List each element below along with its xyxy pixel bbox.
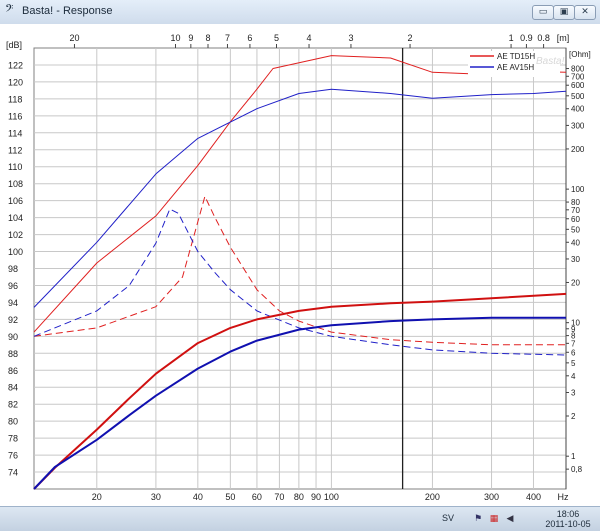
top-tick-label: 20 bbox=[69, 33, 79, 43]
right-tick-label: 10 bbox=[571, 319, 580, 328]
x-tick-label: 90 bbox=[311, 492, 321, 502]
window-title: Basta! - Response bbox=[22, 5, 113, 17]
right-tick-label: 100 bbox=[571, 185, 585, 194]
right-tick-label: 30 bbox=[571, 255, 580, 264]
top-tick-label: 10 bbox=[170, 33, 180, 43]
y-tick-label: 84 bbox=[8, 383, 18, 393]
y-tick-label: 116 bbox=[8, 111, 22, 121]
volume-icon[interactable]: ◀ bbox=[505, 514, 515, 524]
language-indicator[interactable]: SV bbox=[442, 513, 454, 523]
right-tick-label: 0,8 bbox=[571, 465, 583, 474]
x-tick-label: 100 bbox=[324, 492, 339, 502]
top-tick-label: 0.9 bbox=[520, 33, 533, 43]
right-axis-unit-label: [Ohm] bbox=[569, 50, 591, 59]
top-tick-label: 0.8 bbox=[537, 33, 550, 43]
y-tick-label: 92 bbox=[8, 315, 18, 325]
x-tick-label: 200 bbox=[425, 492, 440, 502]
x-tick-label: 40 bbox=[193, 492, 203, 502]
y-tick-label: 86 bbox=[8, 366, 18, 376]
top-tick-label: 2 bbox=[408, 33, 413, 43]
y-tick-label: 114 bbox=[8, 128, 22, 138]
y-axis-unit-label: [dB] bbox=[6, 40, 22, 50]
top-tick-label: 6 bbox=[247, 33, 252, 43]
right-tick-label: 500 bbox=[571, 92, 585, 101]
x-tick-label: 400 bbox=[526, 492, 541, 502]
clock-time: 18:06 bbox=[556, 509, 580, 519]
right-tick-label: 3 bbox=[571, 388, 576, 397]
right-tick-label: 2 bbox=[571, 412, 576, 421]
x-tick-label: 20 bbox=[92, 492, 102, 502]
x-tick-label: 70 bbox=[274, 492, 284, 502]
y-tick-label: 106 bbox=[8, 196, 23, 206]
close-button[interactable]: ✕ bbox=[574, 5, 596, 20]
y-tick-label: 76 bbox=[8, 451, 18, 461]
legend-label: AE TD15H bbox=[497, 52, 535, 61]
legend-watermark: Basta! bbox=[536, 56, 565, 67]
top-tick-label: 3 bbox=[348, 33, 353, 43]
chart-area: 74 76 78 80 82 84 86 88 90 92 94 96 98 100 102 104 106 10… bbox=[0, 24, 600, 506]
right-tick-label: 200 bbox=[571, 145, 585, 154]
top-axis-unit-label: [m] bbox=[557, 33, 570, 43]
right-tick-label: 600 bbox=[571, 81, 585, 90]
y-tick-label: 90 bbox=[8, 332, 18, 342]
right-tick-label: 40 bbox=[571, 238, 580, 247]
y-tick-label: 88 bbox=[8, 349, 18, 359]
right-tick-label: 5 bbox=[571, 359, 576, 368]
right-tick-label: 6 bbox=[571, 348, 576, 357]
y-tick-label: 110 bbox=[8, 162, 22, 172]
response-chart[interactable]: 7476788082848688909294969810010210410610… bbox=[0, 24, 600, 506]
maximize-button[interactable]: ▣ bbox=[553, 5, 575, 20]
network-icon[interactable]: ▦ bbox=[489, 514, 499, 524]
y-tick-label: 78 bbox=[8, 434, 18, 444]
clock[interactable]: 18:06 2011-10-05 bbox=[540, 509, 596, 529]
right-tick-label: 300 bbox=[571, 121, 585, 130]
right-tick-label: 700 bbox=[571, 72, 585, 81]
top-tick-label: 5 bbox=[274, 33, 279, 43]
right-tick-label: 50 bbox=[571, 225, 580, 234]
y-tick-label: 94 bbox=[8, 298, 18, 308]
right-tick-label: 20 bbox=[571, 278, 580, 287]
minimize-button[interactable]: ▭ bbox=[532, 5, 554, 20]
y-tick-label: 96 bbox=[8, 281, 18, 291]
top-tick-label: 1 bbox=[509, 33, 514, 43]
y-tick-label: 74 bbox=[8, 468, 18, 478]
x-tick-label: 50 bbox=[225, 492, 235, 502]
x-tick-label: 80 bbox=[294, 492, 304, 502]
y-tick-label: 82 bbox=[8, 400, 18, 410]
x-tick-label: 30 bbox=[151, 492, 161, 502]
y-tick-label: 98 bbox=[8, 264, 18, 274]
right-tick-label: 60 bbox=[571, 215, 580, 224]
right-tick-label: 80 bbox=[571, 198, 580, 207]
right-tick-label: 70 bbox=[571, 206, 580, 215]
action-center-icon[interactable]: ⚑ bbox=[473, 514, 483, 524]
y-tick-label: 122 bbox=[8, 60, 23, 70]
top-tick-label: 4 bbox=[307, 33, 312, 43]
x-axis-unit-label: Hz bbox=[558, 492, 569, 502]
x-tick-label: 300 bbox=[484, 492, 499, 502]
legend-label: AE AV15H bbox=[497, 63, 534, 72]
clock-date: 2011-10-05 bbox=[545, 519, 591, 529]
right-tick-label: 1 bbox=[571, 452, 576, 461]
right-tick-label: 7 bbox=[571, 339, 576, 348]
y-tick-label: 102 bbox=[8, 230, 23, 240]
x-tick-label: 60 bbox=[252, 492, 262, 502]
y-tick-label: 112 bbox=[8, 145, 22, 155]
top-tick-label: 9 bbox=[188, 33, 193, 43]
window-titlebar[interactable]: 𝄢 Basta! - Response ▭ ▣ ✕ bbox=[0, 0, 600, 25]
y-tick-label: 80 bbox=[8, 417, 18, 427]
y-tick-label: 104 bbox=[8, 213, 23, 223]
y-tick-label: 120 bbox=[8, 77, 23, 87]
right-tick-label: 4 bbox=[571, 372, 576, 381]
right-tick-label: 400 bbox=[571, 105, 585, 114]
taskbar: SV ⚑ ▦ ◀ 18:06 2011-10-05 bbox=[0, 506, 600, 531]
y-tick-label: 108 bbox=[8, 179, 23, 189]
y-tick-label: 118 bbox=[8, 94, 22, 104]
bass-clef-icon: 𝄢 bbox=[5, 3, 14, 18]
top-tick-label: 7 bbox=[225, 33, 230, 43]
y-tick-label: 100 bbox=[8, 247, 23, 257]
top-tick-label: 8 bbox=[205, 33, 210, 43]
right-tick-label: 800 bbox=[571, 65, 585, 74]
